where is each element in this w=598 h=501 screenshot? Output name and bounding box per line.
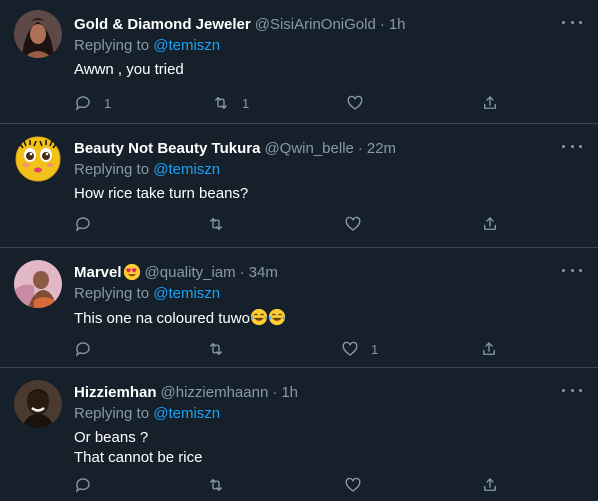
replying-to: Replying to @temiszn bbox=[74, 404, 582, 424]
retweet-button[interactable] bbox=[207, 214, 237, 234]
retweet-icon bbox=[210, 343, 222, 355]
tweet-actions: 1 bbox=[74, 339, 582, 359]
reply-button[interactable] bbox=[74, 339, 104, 359]
separator-dot: · bbox=[272, 383, 278, 401]
more-icon[interactable] bbox=[562, 142, 582, 150]
tweet-text-line: That cannot be rice bbox=[74, 449, 203, 466]
tears-of-joy-emoji bbox=[250, 308, 268, 326]
replying-to: Replying to @temiszn bbox=[74, 36, 582, 56]
replying-prefix: Replying to bbox=[74, 37, 154, 54]
avatar[interactable] bbox=[14, 260, 62, 308]
retweet-icon bbox=[210, 218, 222, 230]
tears-of-joy-emoji bbox=[268, 308, 286, 326]
display-name[interactable]: Beauty Not Beauty Tukura bbox=[74, 140, 260, 157]
display-name[interactable]: Hizziemhan bbox=[74, 384, 157, 401]
more-icon[interactable] bbox=[562, 18, 582, 26]
tweet[interactable]: Hizziemhan @hizziemhaann · 1h Replying t… bbox=[0, 368, 598, 501]
replying-to: Replying to @temiszn bbox=[74, 160, 582, 180]
share-button[interactable] bbox=[481, 475, 499, 495]
mention-link[interactable]: @temiszn bbox=[153, 405, 220, 422]
like-count: 1 bbox=[371, 341, 379, 357]
like-button[interactable] bbox=[346, 93, 376, 113]
separator-dot: · bbox=[239, 263, 245, 281]
avatar[interactable] bbox=[14, 134, 62, 182]
share-button[interactable] bbox=[481, 214, 499, 234]
reply-button[interactable] bbox=[74, 214, 104, 234]
avatar[interactable] bbox=[14, 10, 62, 58]
avatar[interactable] bbox=[14, 380, 62, 428]
replying-prefix: Replying to bbox=[74, 161, 154, 178]
share-icon bbox=[484, 478, 496, 491]
tweet-text-line: Awwn , you tried bbox=[74, 61, 184, 78]
like-button[interactable]: 1 bbox=[341, 339, 378, 359]
replying-prefix: Replying to bbox=[74, 405, 154, 422]
user-handle[interactable]: @Qwin_belle bbox=[264, 140, 353, 157]
tweet[interactable]: Gold & Diamond Jeweler @SisiArinOniGold … bbox=[0, 0, 598, 124]
more-icon[interactable] bbox=[562, 266, 582, 274]
share-icon bbox=[483, 342, 495, 355]
reply-icon bbox=[75, 96, 90, 111]
share-button[interactable] bbox=[480, 339, 498, 359]
tweet-text-line: How rice take turn beans? bbox=[74, 185, 249, 202]
tweet[interactable]: Beauty Not Beauty Tukura @Qwin_belle · 2… bbox=[0, 124, 598, 248]
retweet-count: 1 bbox=[242, 95, 250, 111]
reply-feed: Gold & Diamond Jeweler @SisiArinOniGold … bbox=[0, 0, 598, 501]
heart-icon bbox=[342, 341, 358, 356]
share-button[interactable] bbox=[481, 93, 499, 113]
timestamp[interactable]: 1h bbox=[281, 384, 298, 401]
user-handle[interactable]: @hizziemhaann bbox=[161, 384, 269, 401]
mention-link[interactable]: @temiszn bbox=[153, 37, 220, 54]
timestamp[interactable]: 1h bbox=[389, 16, 406, 33]
mention-link[interactable]: @temiszn bbox=[153, 161, 220, 178]
separator-dot: · bbox=[357, 139, 363, 157]
share-icon bbox=[484, 96, 496, 109]
tweet-text-content: This one na coloured tuwo bbox=[74, 310, 250, 327]
share-icon bbox=[484, 217, 496, 230]
timestamp[interactable]: 22m bbox=[367, 140, 396, 157]
reply-button[interactable]: 1 bbox=[74, 93, 111, 113]
tweet[interactable]: Marvel @quality_iam · 34m Replying to @t… bbox=[0, 248, 598, 368]
reply-button[interactable] bbox=[74, 475, 104, 495]
reply-icon bbox=[75, 478, 90, 493]
replying-prefix: Replying to bbox=[74, 285, 154, 302]
tweet-text: This one na coloured tuwo bbox=[74, 308, 582, 329]
retweet-icon bbox=[215, 97, 227, 109]
heart-eyes-emoji bbox=[123, 263, 140, 281]
reply-count: 1 bbox=[104, 95, 112, 111]
mention-link[interactable]: @temiszn bbox=[153, 285, 220, 302]
replying-to: Replying to @temiszn bbox=[74, 284, 582, 304]
separator-dot: · bbox=[379, 15, 385, 33]
tweet-actions: 1 1 bbox=[74, 93, 582, 113]
retweet-button[interactable]: 1 bbox=[212, 93, 249, 113]
heart-icon bbox=[347, 95, 363, 110]
reply-icon bbox=[75, 217, 90, 232]
tweet-actions bbox=[74, 214, 582, 234]
tweet-text: Awwn , you tried bbox=[74, 60, 582, 80]
heart-icon bbox=[345, 216, 361, 231]
display-name[interactable]: Marvel bbox=[74, 264, 122, 281]
tweet-text: How rice take turn beans? bbox=[74, 184, 582, 204]
retweet-button[interactable] bbox=[207, 475, 237, 495]
display-name[interactable]: Gold & Diamond Jeweler bbox=[74, 16, 251, 33]
more-icon[interactable] bbox=[562, 386, 582, 394]
tweet-actions bbox=[74, 475, 582, 495]
heart-icon bbox=[345, 477, 361, 492]
tweet-text-line: This one na coloured tuwo bbox=[74, 308, 582, 329]
timestamp[interactable]: 34m bbox=[249, 264, 278, 281]
retweet-icon bbox=[210, 479, 222, 491]
user-handle[interactable]: @SisiArinOniGold bbox=[255, 16, 376, 33]
retweet-button[interactable] bbox=[207, 339, 237, 359]
like-button[interactable] bbox=[344, 475, 374, 495]
like-button[interactable] bbox=[344, 214, 374, 234]
user-handle[interactable]: @quality_iam bbox=[145, 264, 236, 281]
tweet-text: Or beans ? That cannot be rice bbox=[74, 428, 582, 468]
reply-icon bbox=[75, 342, 90, 357]
tweet-text-line: Or beans ? bbox=[74, 429, 149, 446]
